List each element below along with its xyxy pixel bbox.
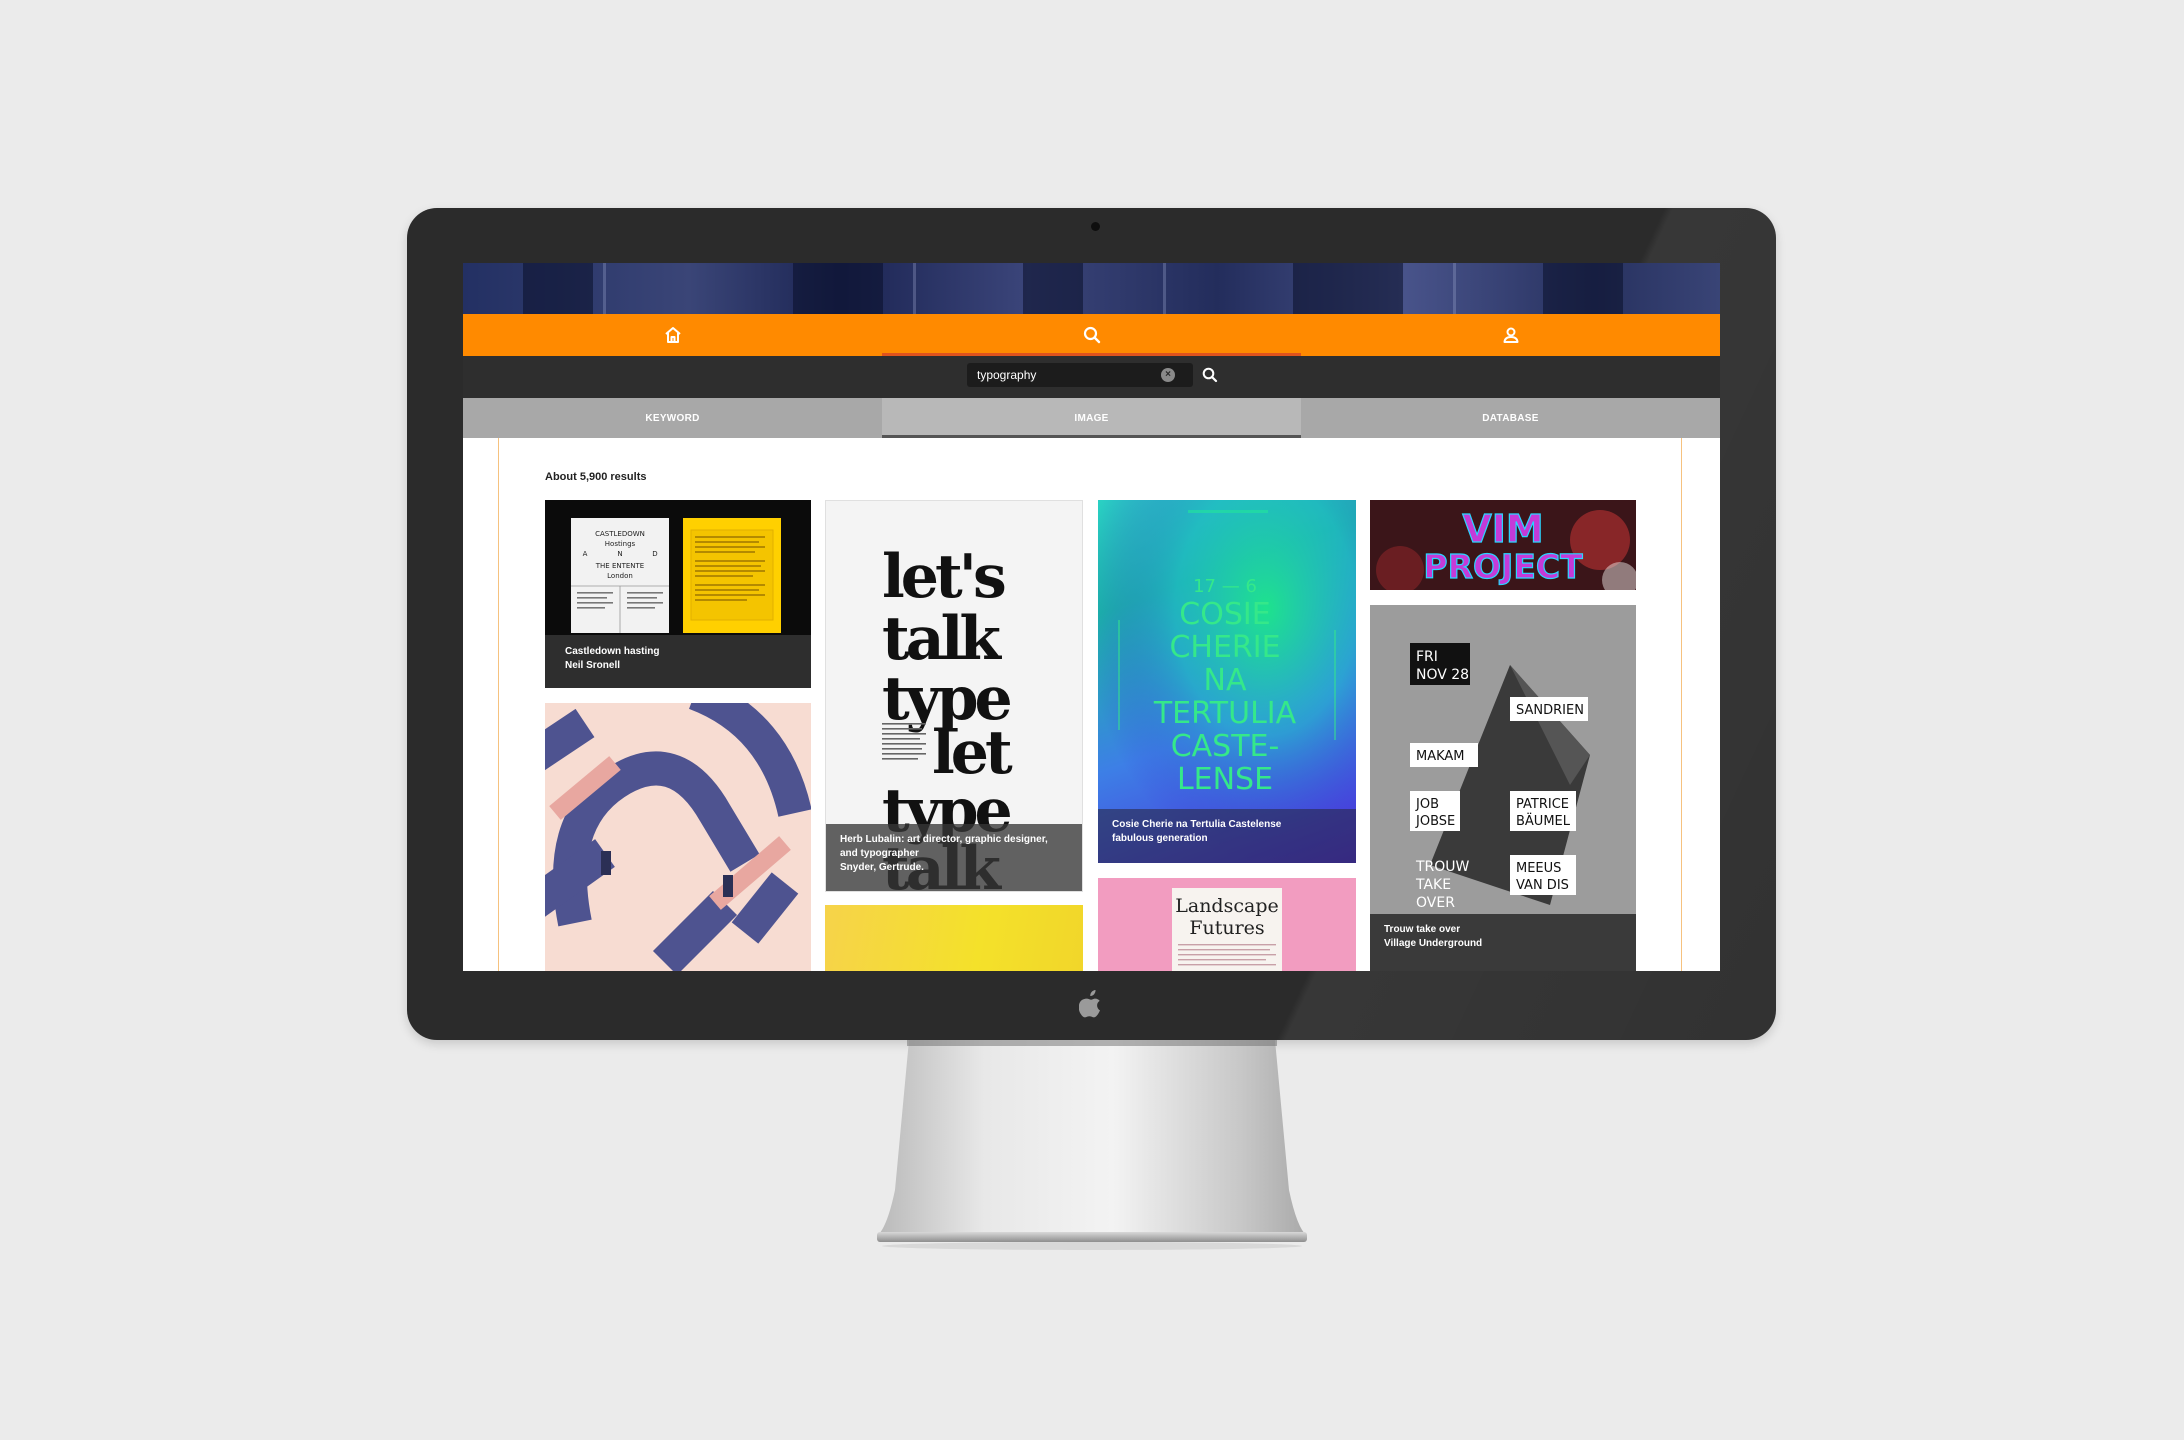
trouw-poster-name: MAKAM: [1416, 749, 1465, 764]
cosie-poster-line: COSIE: [1179, 597, 1270, 632]
trouw-poster-name: TAKE: [1415, 877, 1451, 893]
result-card-trouw[interactable]: FRI NOV 28 SANDRIEN MAKAM JOB JOBSE PATR…: [1370, 605, 1636, 971]
lubalin-poster-line: let's: [882, 542, 1005, 612]
card-caption: Cosie Cherie na Tertulia Castelense fabu…: [1098, 809, 1356, 863]
landscape-poster-line: Landscape: [1175, 895, 1278, 917]
banner-pillar: [913, 263, 916, 314]
clear-search-icon[interactable]: ×: [1161, 368, 1175, 382]
trouw-poster-name: OVER: [1416, 895, 1455, 911]
castledown-poster-line: A: [583, 550, 588, 558]
nav-profile[interactable]: [1301, 314, 1720, 356]
caption-line: and typographer: [840, 848, 919, 859]
card-caption: Herb Lubalin: art director, graphic desi…: [826, 824, 1082, 891]
camera: [1091, 222, 1100, 231]
trouw-poster-name: MEEUS: [1516, 861, 1561, 876]
caption-line: Herb Lubalin: art director, graphic desi…: [840, 834, 1048, 845]
trouw-date-line: NOV 28: [1416, 667, 1469, 683]
tab-database[interactable]: DATABASE: [1301, 398, 1720, 438]
vim-project-image: VIM PROJECT: [1370, 500, 1636, 590]
caption-line: Cosie Cherie na Tertulia Castelense: [1112, 819, 1282, 830]
card-caption: Castledown hasting Neil Sronell: [545, 635, 811, 688]
trouw-poster-name: BÄUMEL: [1516, 813, 1571, 829]
result-card-arches[interactable]: [545, 703, 811, 971]
castledown-poster-line: London: [607, 572, 633, 580]
caption-line: Neil Sronell: [565, 660, 621, 671]
banner-window: [793, 263, 883, 314]
trouw-poster-name: TROUW: [1415, 859, 1470, 875]
cosie-poster-line: NA: [1204, 663, 1247, 698]
banner-pillar: [603, 263, 606, 314]
user-icon: [1503, 327, 1518, 343]
trouw-poster-name: SANDRIEN: [1516, 703, 1584, 718]
results-area: About 5,900 results CASTLEDOWN Hostings …: [463, 438, 1720, 971]
castledown-poster-line: Hostings: [605, 540, 636, 548]
vim-poster-line: PROJECT: [1423, 547, 1583, 586]
trouw-poster-name: JOBSE: [1415, 814, 1455, 829]
arches-illustration-image: [545, 703, 811, 971]
cosie-poster-date: 17 — 6: [1193, 576, 1257, 597]
result-card-cosie[interactable]: 17 — 6 COSIE CHERIE NA TERTULIA CASTE- L…: [1098, 500, 1356, 863]
cosie-poster-line: TERTULIA: [1153, 696, 1297, 731]
cosie-poster-line: CHERIE: [1169, 630, 1280, 665]
tab-image[interactable]: IMAGE: [882, 398, 1301, 438]
cosie-poster-line: CASTE-: [1171, 729, 1280, 764]
caption-line: Castledown hasting: [565, 646, 660, 657]
banner-window: [523, 263, 593, 314]
screen: × KEYWORD IMAGE DATABASE About 5,900 res…: [463, 263, 1720, 971]
banner-window: [1293, 263, 1403, 314]
card-caption: Trouw take over Village Underground: [1370, 914, 1636, 971]
banner-pillar: [1163, 263, 1166, 314]
apple-logo-icon: [1077, 990, 1105, 1020]
banner-window: [1023, 263, 1083, 314]
landscape-poster-line: Futures: [1189, 917, 1264, 939]
tab-keyword[interactable]: KEYWORD: [463, 398, 882, 438]
banner-window: [1543, 263, 1623, 314]
landscape-futures-image: Landscape Futures: [1172, 888, 1282, 971]
search-icon: [1083, 326, 1100, 344]
result-card-castledown[interactable]: CASTLEDOWN Hostings A N D THE ENTENTE Lo…: [545, 500, 811, 688]
header-banner-image: [463, 263, 1720, 314]
banner-pillar: [1453, 263, 1456, 314]
trouw-poster-name: JOB: [1415, 797, 1439, 812]
castledown-poster-line: D: [652, 550, 657, 558]
left-guide-line: [498, 438, 499, 971]
search-bar: ×: [463, 356, 1720, 398]
castledown-poster-line: CASTLEDOWN: [595, 530, 645, 538]
result-card-landscape[interactable]: Landscape Futures: [1098, 878, 1356, 971]
trouw-poster-name: PATRICE: [1516, 797, 1569, 812]
home-icon: [664, 327, 681, 343]
vim-poster-line: VIM: [1462, 507, 1543, 551]
trouw-poster-name: VAN DIS: [1516, 878, 1569, 893]
right-guide-line: [1681, 438, 1682, 971]
nav-home[interactable]: [463, 314, 882, 356]
main-nav: [463, 314, 1720, 356]
result-type-tabs: KEYWORD IMAGE DATABASE: [463, 398, 1720, 438]
search-submit-icon[interactable]: [1201, 366, 1219, 384]
search-input[interactable]: [967, 364, 1157, 386]
search-field: ×: [967, 363, 1193, 387]
castledown-poster-line: N: [617, 550, 622, 558]
monitor-stand: [877, 1040, 1307, 1250]
result-card-yellow[interactable]: [825, 905, 1083, 971]
caption-line: Snyder, Gertrude.: [840, 862, 924, 873]
trouw-date-line: FRI: [1416, 649, 1438, 665]
result-card-lubalin[interactable]: let's talk type let type talk Herb Lubal…: [825, 500, 1083, 892]
castledown-poster-line: THE ENTENTE: [595, 562, 644, 570]
caption-line: fabulous generation: [1112, 833, 1208, 844]
caption-line: Trouw take over: [1384, 924, 1461, 935]
result-card-vim[interactable]: VIM PROJECT: [1370, 500, 1636, 590]
nav-search[interactable]: [882, 314, 1301, 356]
caption-line: Village Underground: [1384, 938, 1483, 949]
cosie-poster-line: LENSE: [1177, 762, 1273, 797]
results-count: About 5,900 results: [545, 471, 647, 483]
